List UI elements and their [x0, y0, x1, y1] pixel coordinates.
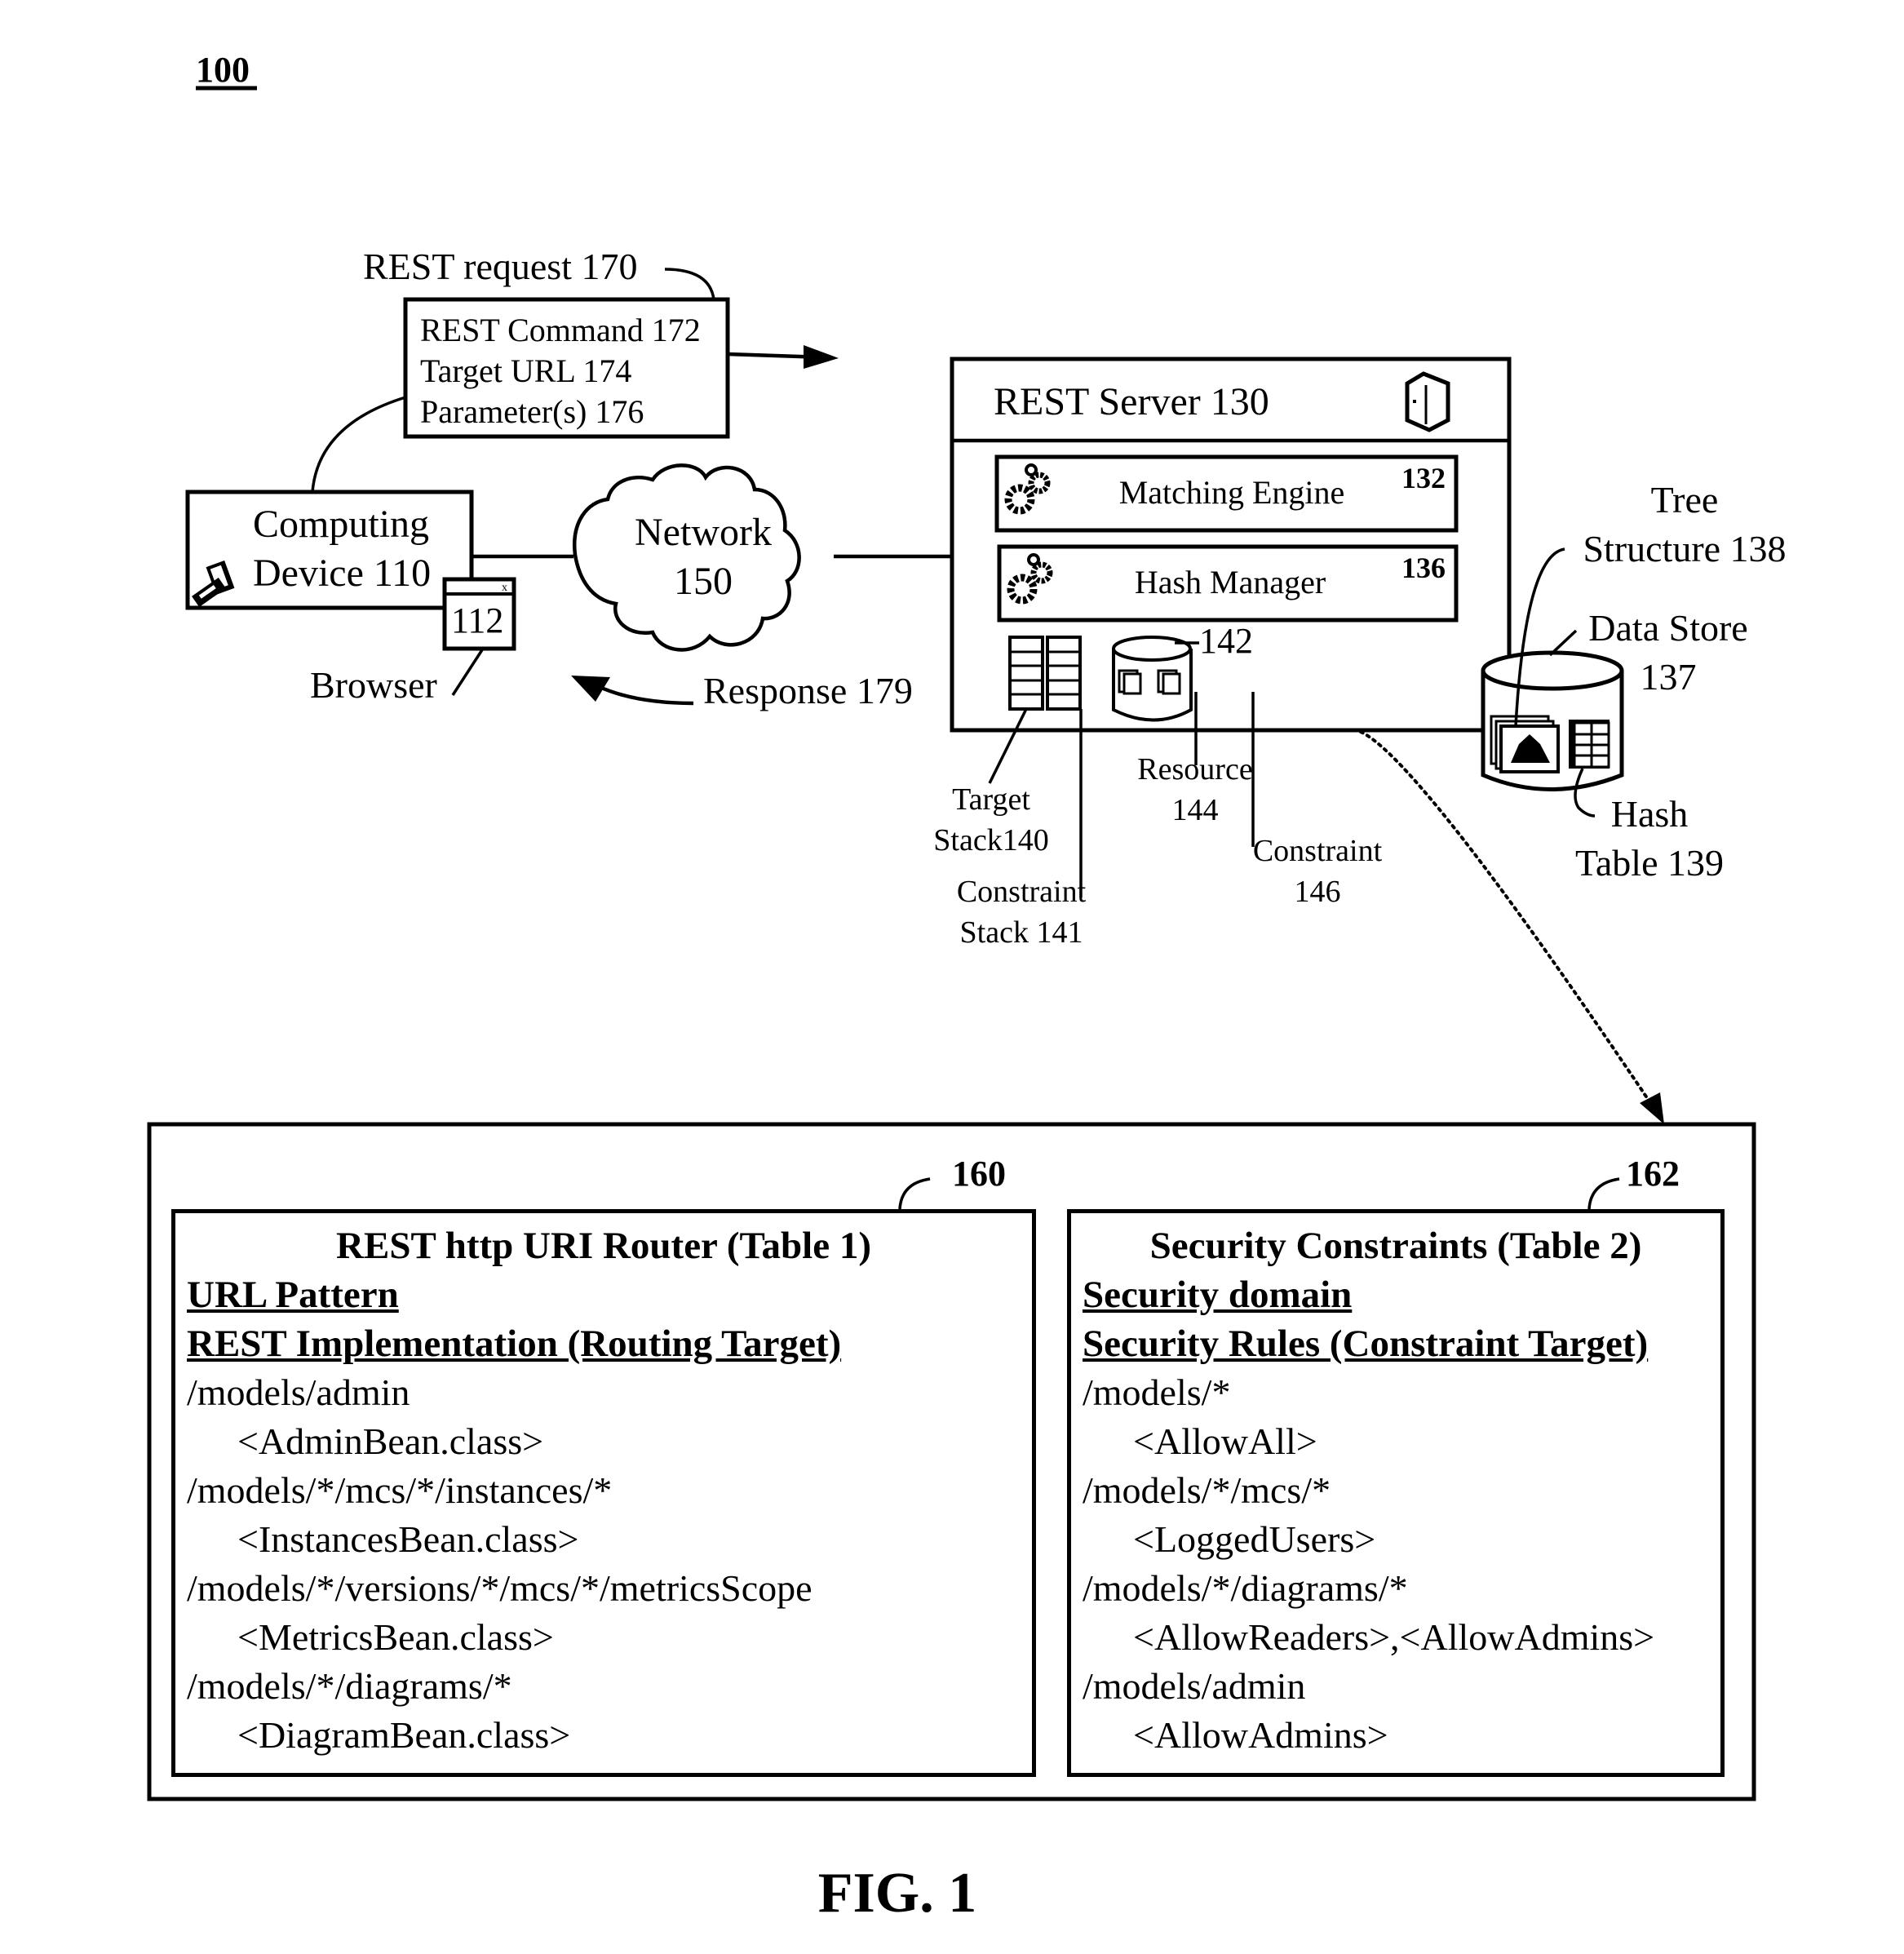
table-1-uri-router: REST http URI Router (Table 1) URL Patte… [171, 1209, 1036, 1777]
constraint-icon [1157, 669, 1181, 695]
table-1-routing-target: <DiagramBean.class> [237, 1714, 571, 1756]
table-1-url-pattern: /models/admin [187, 1371, 410, 1413]
tree-structure-icon [1490, 715, 1560, 773]
tree-structure-label-line2: Structure 138 [1583, 528, 1786, 569]
figure-ref-number: 100 [196, 50, 250, 90]
table-160-number: 160 [952, 1154, 1006, 1194]
response-label: Response 179 [703, 670, 913, 711]
constraint-stack-icon [1046, 636, 1082, 711]
network-cloud [572, 463, 801, 652]
resource-label-line2: 144 [1172, 793, 1219, 827]
table-1-url-pattern: /models/*/diagrams/* [187, 1665, 512, 1707]
device-request-connector [311, 396, 406, 493]
table-2-title: Security Constraints (Table 2) [1149, 1225, 1642, 1267]
table-1-column-header: REST Implementation (Routing Target) [187, 1323, 842, 1365]
constraint-label-line2: 146 [1295, 875, 1341, 909]
rest-request-leader [664, 268, 715, 300]
table-2-column-header: Security Rules (Constraint Target) [1083, 1323, 1649, 1365]
rest-request-field: Target URL 174 [420, 352, 631, 389]
hash-table-icon [1569, 720, 1610, 769]
constraint-label-line1: Constraint [1253, 834, 1383, 868]
resource-store-number: 142 [1199, 621, 1253, 661]
browser-close-glyph: x [502, 582, 507, 594]
request-arrowhead [804, 345, 839, 369]
table-1-title: REST http URI Router (Table 1) [336, 1225, 871, 1267]
resource-store-cylinder [1112, 636, 1193, 722]
matching-engine-number: 132 [1401, 462, 1446, 494]
data-store-label-line2: 137 [1641, 656, 1697, 698]
table-2-security-domain: /models/admin [1083, 1665, 1306, 1707]
constraint-stack-label-line2: Stack 141 [960, 915, 1083, 950]
table-1-url-pattern: /models/*/mcs/*/instances/* [187, 1469, 613, 1511]
data-store-label-line1: Data Store [1588, 607, 1747, 649]
computing-device-label-line1: Computing [253, 503, 429, 546]
table-2-security-domain: /models/* [1083, 1371, 1231, 1413]
hash-table-label-line1: Hash [1611, 793, 1689, 835]
dotted-arrowhead [1640, 1092, 1664, 1124]
table-2-constraint-target: <AllowAdmins> [1133, 1714, 1388, 1756]
matching-engine-label: Matching Engine [1119, 474, 1345, 511]
table-1-routing-target: <AdminBean.class> [237, 1420, 544, 1462]
rest-server-title: REST Server 130 [994, 380, 1269, 423]
table-1-column-header: URL Pattern [187, 1274, 399, 1316]
network-label-line2: 150 [674, 560, 733, 603]
table-2-security-domain: /models/*/mcs/* [1083, 1469, 1331, 1511]
server-to-tables-dotted-arrow [1359, 730, 1658, 1113]
tree-structure-label-line1: Tree [1651, 479, 1719, 521]
network-label-line1: Network [635, 511, 772, 554]
rest-request-field: Parameter(s) 176 [420, 393, 644, 430]
table-2-constraint-target: <LoggedUsers> [1133, 1518, 1376, 1560]
browser-window: x 112 [442, 577, 516, 651]
hash-manager-number: 136 [1401, 552, 1446, 584]
table-1-url-pattern: /models/*/versions/*/mcs/*/metricsScope [187, 1567, 813, 1609]
constraint-stack-label-line1: Constraint [957, 875, 1087, 909]
rest-request-field: REST Command 172 [420, 312, 701, 348]
browser-window-number: 112 [451, 600, 503, 640]
figure-caption: FIG. 1 [818, 1862, 976, 1925]
table-2-constraint-target: <AllowReaders>,<AllowAdmins> [1133, 1616, 1655, 1658]
rest-request-label: REST request 170 [363, 246, 637, 287]
response-arrow [599, 685, 694, 706]
table-1-routing-target: <MetricsBean.class> [237, 1616, 554, 1658]
target-stack-label-line1: Target [952, 782, 1030, 817]
table-162-number: 162 [1626, 1154, 1680, 1194]
computing-device-label-line2: Device 110 [253, 552, 431, 595]
table-2-security-domain: /models/*/diagrams/* [1083, 1567, 1408, 1609]
browser-leader [451, 648, 485, 696]
data-store-cylinder [1481, 650, 1624, 791]
server-icon [1405, 371, 1450, 432]
target-stack-icon [1008, 636, 1044, 711]
resource-label-line1: Resource [1137, 752, 1252, 786]
table-2-security-constraints: Security Constraints (Table 2) Security … [1067, 1209, 1725, 1777]
hash-table-label-line2: Table 139 [1575, 842, 1724, 884]
hash-manager-label: Hash Manager [1135, 564, 1326, 600]
target-stack-label-line2: Stack140 [933, 823, 1048, 857]
table-2-constraint-target: <AllowAll> [1133, 1420, 1317, 1462]
table-1-routing-target: <InstancesBean.class> [237, 1518, 579, 1560]
resource-icon [1118, 669, 1142, 695]
table-2-column-header: Security domain [1083, 1274, 1353, 1316]
browser-label: Browser [310, 664, 437, 706]
